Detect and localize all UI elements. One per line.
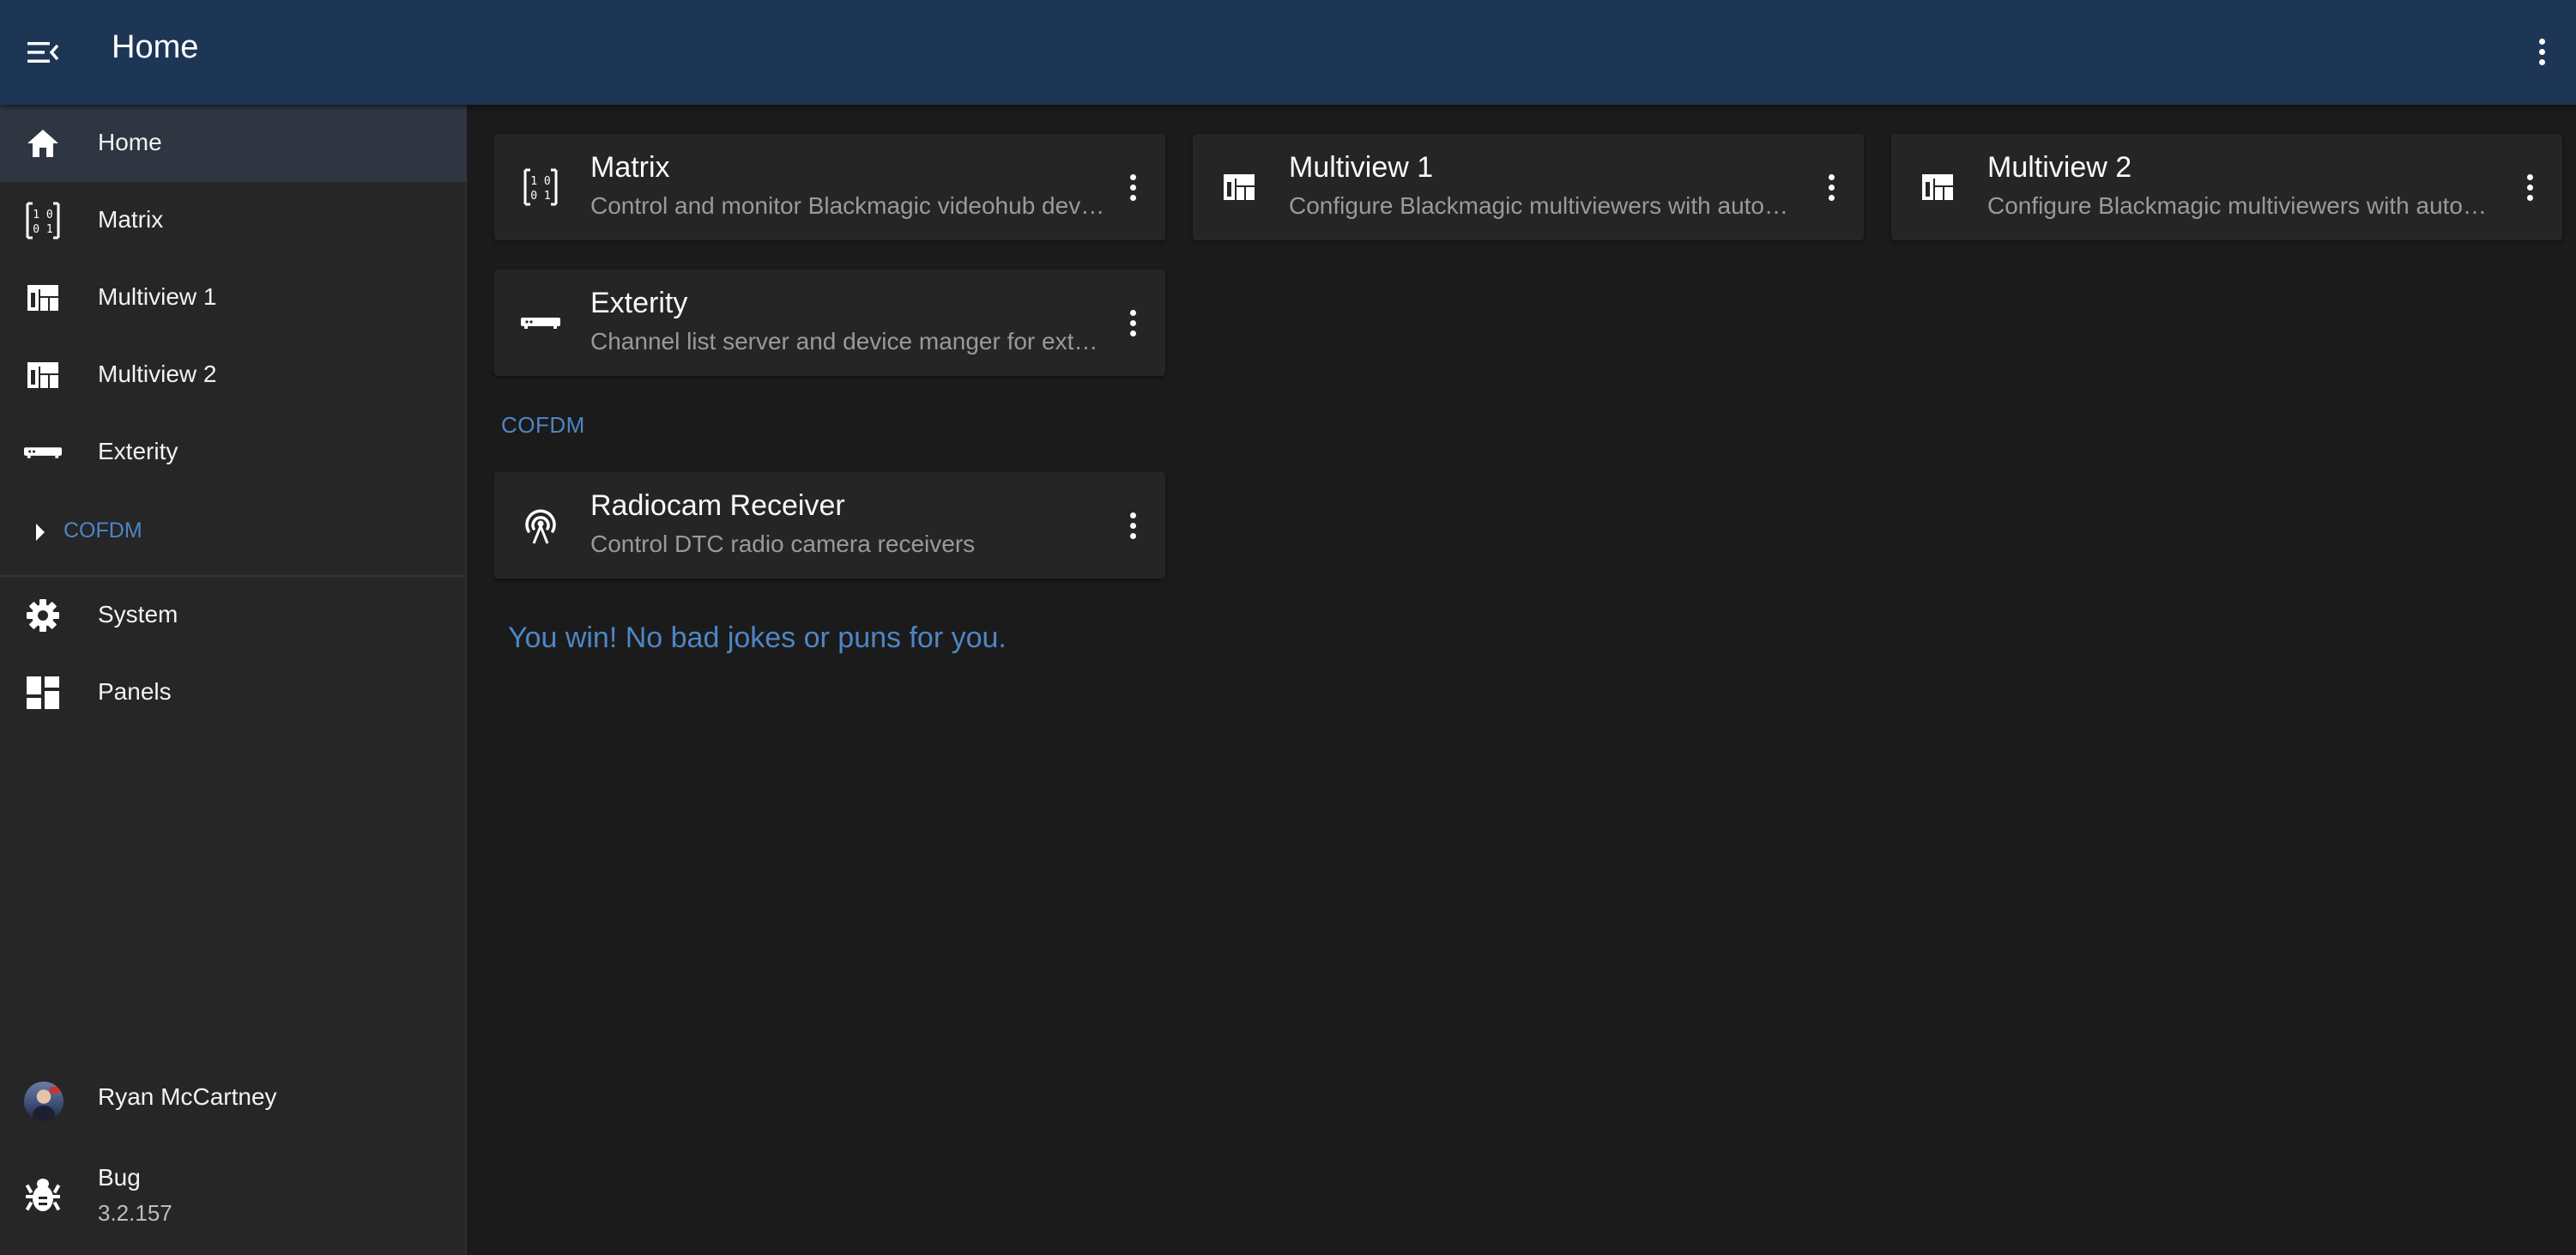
svg-text:0 1: 0 1 [530,190,550,203]
multiview-icon [24,279,62,317]
dots-vertical-icon[interactable] [1119,297,1146,349]
caret-right-icon [36,524,45,541]
sidebar-item-label: Home [98,129,162,155]
card-multiview-2[interactable]: Multiview 2 Configure Blackmagic multivi… [1891,134,2562,240]
sidebar-item-user[interactable]: Ryan McCartney [0,1064,467,1137]
dashboard-icon [24,674,62,712]
card-description: Channel list server and device manger fo… [590,328,1105,355]
card-title: Matrix [590,151,670,184]
sidebar-item-bug[interactable]: Bug 3.2.157 [0,1155,467,1241]
sidebar-item-panels[interactable]: Panels [0,654,467,731]
sidebar-item-multiview-2[interactable]: Multiview 2 [0,336,467,414]
gear-icon [24,597,62,634]
sidebar-group-cofdm[interactable]: COFDM [0,500,467,568]
app-version: 3.2.157 [98,1200,172,1226]
svg-text:1 0: 1 0 [33,209,52,221]
binary-matrix-icon: 1 0 0 1 [24,202,62,239]
dots-vertical-icon[interactable] [1119,161,1146,213]
card-description: Configure Blackmagic multiviewers with a… [1987,192,2502,219]
card-title: Radiocam Receiver [590,489,845,522]
page-title: Home [112,29,199,65]
sidebar-item-label: Multiview 2 [98,361,217,387]
sidebar-item-multiview-1[interactable]: Multiview 1 [0,259,467,336]
card-title: Multiview 1 [1289,151,1434,184]
menu-open-icon[interactable] [19,31,67,74]
sidebar-item-exterity[interactable]: Exterity [0,414,467,491]
sidebar-item-label: Multiview 1 [98,283,217,310]
svg-text:0 1: 0 1 [33,223,52,236]
sidebar-item-label: System [98,601,178,628]
card-matrix[interactable]: 1 0 0 1 Matrix Control and monitor Black… [494,134,1165,240]
set-top-box-icon [520,302,561,343]
app-bar: Home [0,0,2576,105]
sidebar-item-matrix[interactable]: 1 0 0 1 Matrix [0,182,467,259]
section-label-cofdm: COFDM [501,412,585,438]
card-multiview-1[interactable]: Multiview 1 Configure Blackmagic multivi… [1193,134,1864,240]
card-radiocam-receiver[interactable]: Radiocam Receiver Control DTC radio came… [494,472,1165,579]
card-title: Exterity [590,287,688,319]
card-title: Multiview 2 [1987,151,2132,184]
card-exterity[interactable]: Exterity Channel list server and device … [494,270,1165,376]
sidebar-item-label: Matrix [98,206,164,233]
card-description: Control and monitor Blackmagic videohub … [590,192,1105,219]
sidebar-group-label: COFDM [63,518,142,543]
avatar [24,1082,63,1121]
sidebar-item-label: Exterity [98,438,178,464]
home-icon [24,124,62,162]
sidebar-item-home[interactable]: Home [0,105,467,182]
joke-message: You win! No bad jokes or puns for you. [508,621,1007,654]
dots-vertical-icon[interactable] [2516,161,2543,213]
main-content: 1 0 0 1 Matrix Control and monitor Black… [469,105,2576,1255]
bug-icon [24,1174,62,1217]
svg-text:1 0: 1 0 [530,175,550,188]
access-point-icon [520,505,561,546]
binary-matrix-icon: 1 0 0 1 [520,167,561,208]
bug-label: Bug [98,1164,141,1191]
dots-vertical-icon[interactable] [1119,500,1146,551]
multiview-icon [1218,167,1260,208]
sidebar-item-system[interactable]: System [0,577,467,654]
sidebar: Home 1 0 0 1 Matrix Multiview 1 Multivie… [0,105,467,1255]
card-description: Control DTC radio camera receivers [590,530,976,557]
sidebar-item-label: Panels [98,678,172,705]
card-description: Configure Blackmagic multiviewers with a… [1289,192,1804,219]
multiview-icon [1917,167,1958,208]
set-top-box-icon [24,433,62,471]
dots-vertical-icon[interactable] [2525,26,2559,77]
user-name: Ryan McCartney [98,1083,277,1110]
multiview-icon [24,356,62,394]
dots-vertical-icon[interactable] [1817,161,1845,213]
